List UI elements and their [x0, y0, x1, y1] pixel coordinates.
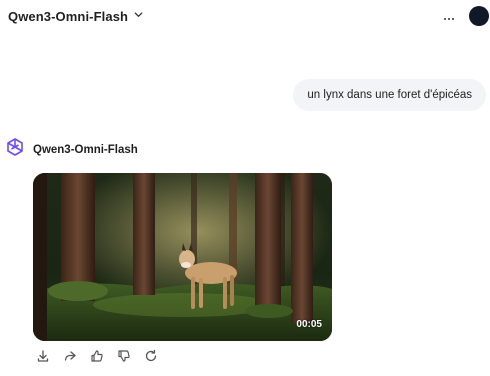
qwen-logo-icon — [5, 137, 25, 162]
regenerate-icon — [144, 349, 158, 368]
share-button[interactable] — [63, 349, 77, 368]
user-message: un lynx dans une foret d'épicéas — [293, 79, 486, 111]
message-actions — [36, 349, 158, 368]
thumbs-up-icon — [90, 349, 104, 368]
video-duration: 00:05 — [296, 319, 322, 330]
video-thumbnail — [33, 173, 332, 341]
thumbs-down-icon — [117, 349, 131, 368]
download-icon — [36, 349, 50, 368]
download-button[interactable] — [36, 349, 50, 368]
thumbs-up-button[interactable] — [90, 349, 104, 368]
generated-video[interactable]: 00:05 — [33, 173, 332, 341]
thumbs-down-button[interactable] — [117, 349, 131, 368]
model-name: Qwen3-Omni-Flash — [8, 8, 129, 24]
more-options-button[interactable] — [440, 8, 458, 26]
top-bar: Qwen3-Omni-Flash — [0, 0, 490, 34]
share-icon — [63, 349, 77, 368]
model-selector[interactable]: Qwen3-Omni-Flash — [8, 7, 144, 25]
regenerate-button[interactable] — [144, 349, 158, 368]
avatar[interactable] — [469, 6, 489, 26]
chat-page: Qwen3-Omni-Flash un lynx dans une foret … — [0, 0, 490, 376]
more-horizontal-icon — [443, 8, 455, 26]
chevron-down-icon — [133, 7, 144, 25]
assistant-name: Qwen3-Omni-Flash — [33, 143, 138, 156]
assistant-header: Qwen3-Omni-Flash — [5, 137, 138, 162]
